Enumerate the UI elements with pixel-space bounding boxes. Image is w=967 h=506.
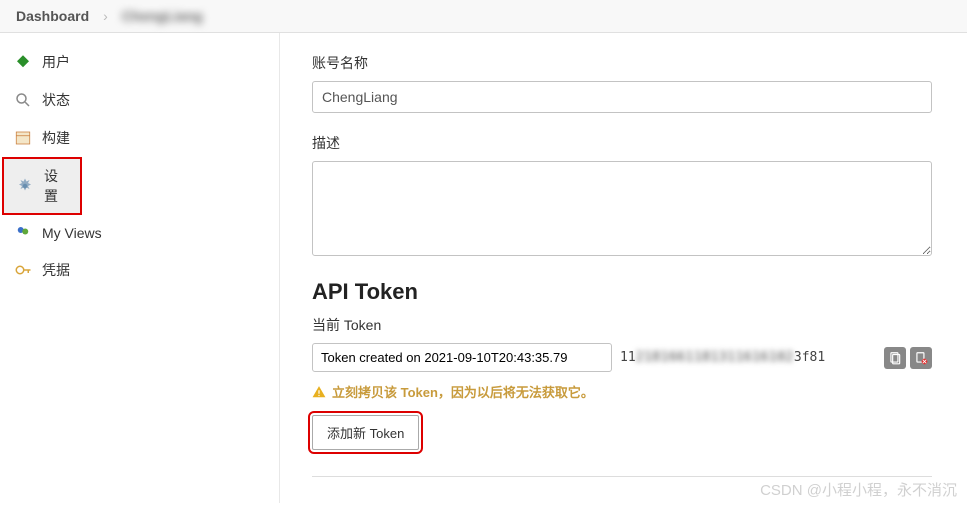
sidebar-item-build[interactable]: 构建: [0, 119, 279, 157]
sidebar-item-users[interactable]: 用户: [0, 43, 279, 81]
gear-icon: [16, 177, 34, 195]
api-token-title: API Token: [312, 279, 957, 305]
description-textarea[interactable]: [312, 161, 932, 256]
sidebar: 用户 状态 构建 设置 My Views: [0, 33, 280, 503]
copy-token-button[interactable]: [884, 347, 906, 369]
sidebar-item-credentials[interactable]: 凭据: [0, 251, 279, 289]
sidebar-item-status[interactable]: 状态: [0, 81, 279, 119]
views-icon: [14, 224, 32, 242]
credentials-icon: [14, 261, 32, 279]
description-label: 描述: [312, 133, 957, 153]
token-value: 1121816611813116161023f81: [620, 350, 876, 365]
current-token-label: 当前 Token: [312, 315, 957, 335]
token-row: 1121816611813116161023f81: [312, 343, 932, 372]
users-icon: [14, 53, 32, 71]
breadcrumb-separator: ›: [103, 8, 108, 24]
search-icon: [14, 91, 32, 109]
account-name-input[interactable]: [312, 81, 932, 113]
build-icon: [14, 129, 32, 147]
sidebar-item-settings[interactable]: 设置: [2, 157, 82, 215]
add-token-button[interactable]: 添加新 Token: [312, 415, 419, 450]
sidebar-item-label: My Views: [42, 225, 102, 241]
breadcrumb-current[interactable]: ChengLiang: [122, 8, 203, 24]
sidebar-item-label: 凭据: [42, 260, 70, 280]
token-created-input[interactable]: [312, 343, 612, 372]
sidebar-item-label: 用户: [42, 52, 70, 72]
warning-icon: [312, 385, 326, 399]
account-name-label: 账号名称: [312, 53, 957, 73]
sidebar-item-label: 状态: [42, 90, 70, 110]
sidebar-item-label: 构建: [42, 128, 70, 148]
sidebar-item-myviews[interactable]: My Views: [0, 215, 279, 251]
sidebar-item-label: 设置: [44, 166, 68, 206]
main-content: 账号名称 描述 API Token 当前 Token 1121816611813…: [280, 33, 967, 503]
token-warning: 立刻拷贝该 Token，因为以后将无法获取它。: [312, 382, 957, 401]
warning-text: 立刻拷贝该 Token，因为以后将无法获取它。: [332, 382, 594, 401]
breadcrumb: Dashboard › ChengLiang: [0, 0, 967, 33]
breadcrumb-root[interactable]: Dashboard: [16, 8, 89, 24]
delete-token-button[interactable]: [910, 347, 932, 369]
